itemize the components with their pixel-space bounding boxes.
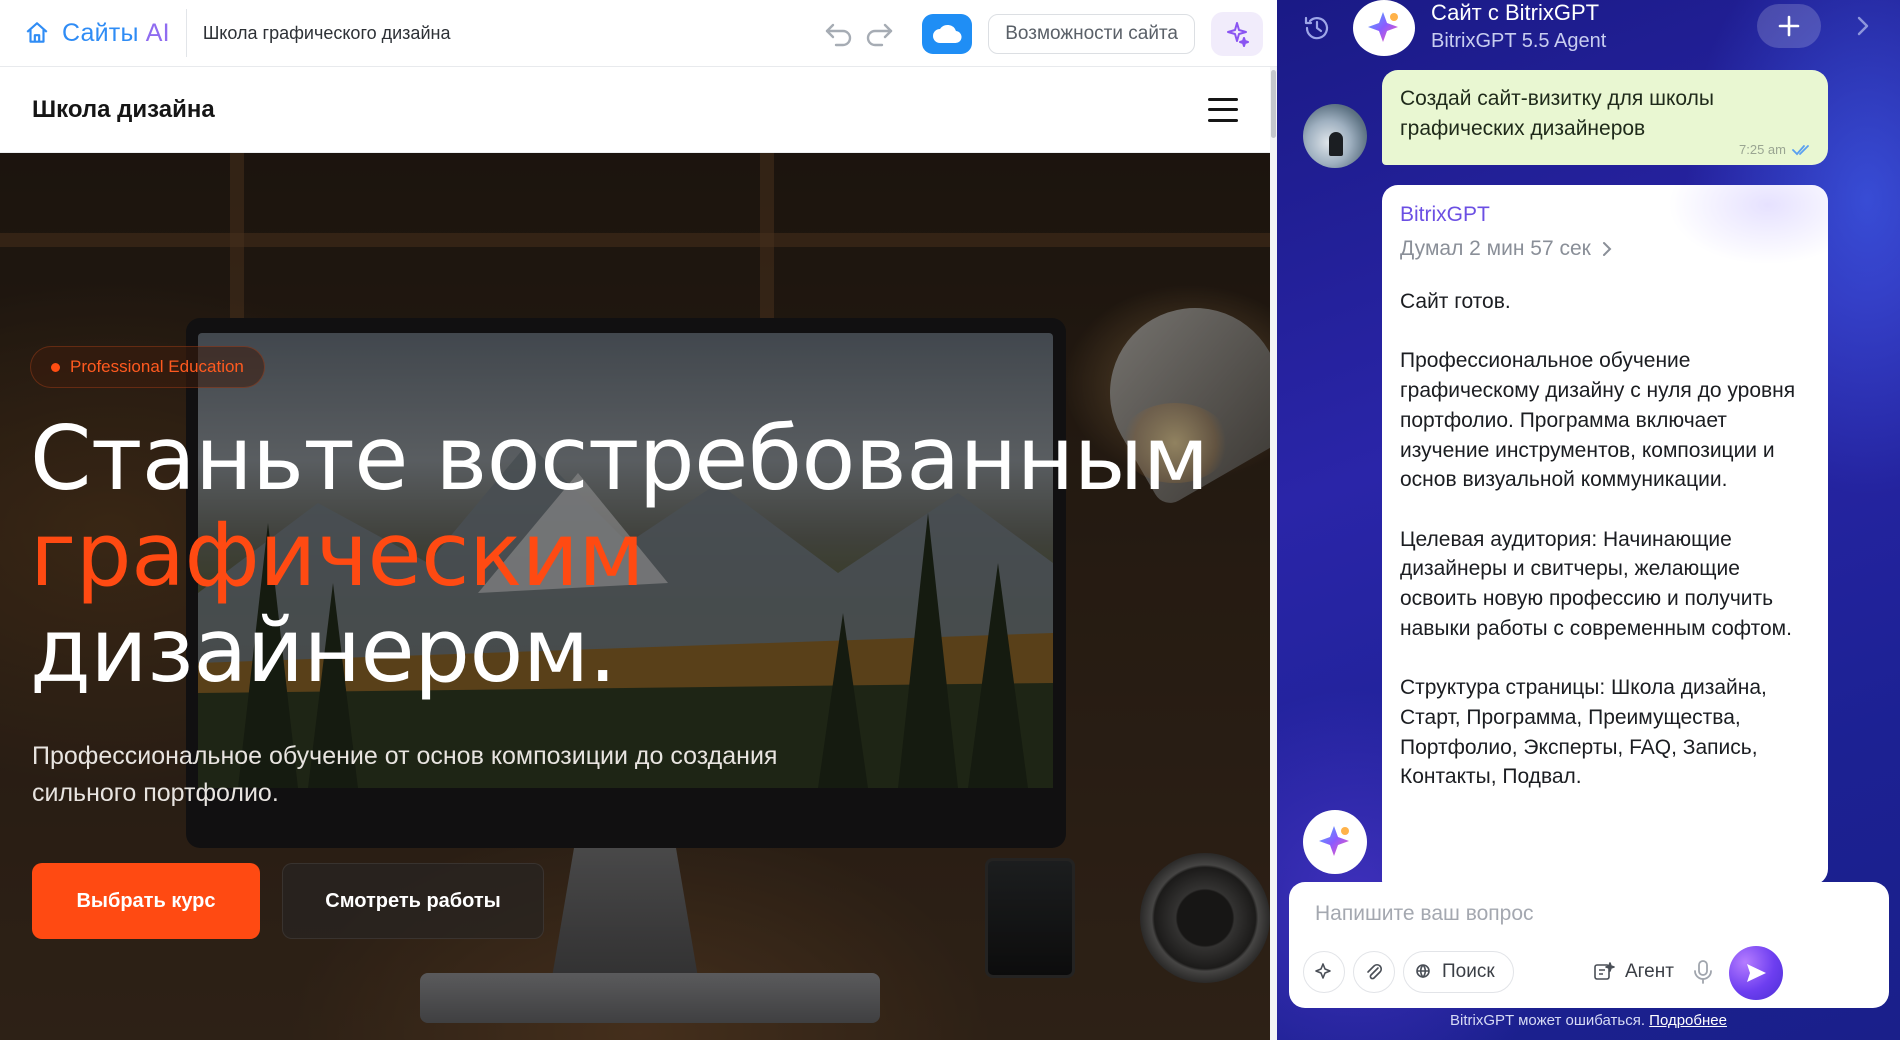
headline-line-2-accent: графическим: [30, 503, 645, 606]
chat-composer: Напишите ваш вопрос Поиск Агент: [1289, 882, 1889, 1008]
bot-paragraph: Структура страницы: Школа дизайна, Старт…: [1400, 676, 1767, 789]
globe-search-icon: [1416, 964, 1430, 979]
divider: [185, 9, 187, 57]
agent-label: Агент: [1625, 961, 1674, 982]
hero-section: Professional Education Станьте востребов…: [0, 153, 1277, 1040]
site-logo[interactable]: Школа дизайна: [32, 96, 215, 124]
preview-scrollbar-thumb[interactable]: [1271, 70, 1276, 138]
user-avatar: [1303, 104, 1367, 168]
home-icon: [26, 22, 48, 43]
magic-wand-button[interactable]: [1303, 951, 1345, 993]
bitrixgpt-message-avatar: [1303, 810, 1367, 874]
mic-icon: [1694, 960, 1712, 984]
message-time: 7:25 am: [1739, 142, 1786, 157]
hero-subtitle: Профессиональное обучение от основ компо…: [32, 742, 778, 807]
user-message-bubble: Создай сайт-визитку для школы графически…: [1382, 70, 1828, 165]
question-input[interactable]: Напишите ваш вопрос: [1315, 902, 1534, 926]
bot-name: BitrixGPT: [1400, 203, 1490, 226]
site-editor-pane: Сайты AI Школа графического дизайна Возм…: [0, 0, 1277, 1040]
paperclip-icon: [1367, 963, 1383, 980]
sparkle-icon: [1227, 21, 1249, 47]
send-icon: [1747, 964, 1766, 982]
mic-button[interactable]: [1685, 954, 1721, 990]
agent-toggle[interactable]: Агент: [1593, 956, 1674, 988]
headline-line-3: дизайнером.: [30, 599, 617, 702]
bot-message-bubble: BitrixGPT Думал 2 мин 57 сек Сайт готов.…: [1382, 185, 1828, 885]
bot-paragraph: Сайт готов.: [1400, 290, 1511, 313]
badge-label: Professional Education: [70, 357, 244, 376]
site-features-button[interactable]: Возможности сайта: [988, 13, 1195, 54]
chat-header: Сайт с BitrixGPT BitrixGPT 5.5 Agent: [1277, 0, 1900, 68]
choose-course-button[interactable]: Выбрать курс: [32, 863, 260, 939]
double-check-icon: [1792, 144, 1809, 155]
cloud-icon: [933, 24, 962, 43]
magic-wand-icon: [1315, 963, 1331, 979]
history-icon[interactable]: [1301, 12, 1333, 44]
headline-line-1: Станьте востребованным: [30, 407, 1209, 510]
preview-scrollbar[interactable]: [1270, 67, 1277, 1040]
thinking-toggle[interactable]: Думал 2 мин 57 сек: [1400, 237, 1810, 261]
attach-button[interactable]: [1353, 951, 1395, 993]
view-works-button[interactable]: Смотреть работы: [282, 863, 544, 939]
sparkle-icon: [1319, 826, 1349, 856]
undo-icon[interactable]: [822, 17, 856, 51]
user-message-text: Создай сайт-визитку для школы графически…: [1400, 87, 1714, 140]
bot-message-text: Сайт готов. Профессиональное обучение гр…: [1400, 287, 1810, 792]
chat-pane: Сайт с BitrixGPT BitrixGPT 5.5 Agent Соз…: [1277, 0, 1900, 1040]
brand[interactable]: Сайты AI: [24, 8, 170, 58]
new-chat-button[interactable]: [1757, 4, 1821, 48]
send-button[interactable]: [1729, 946, 1783, 1000]
chat-title: Сайт с BitrixGPT: [1431, 0, 1600, 25]
search-toggle[interactable]: Поиск: [1403, 951, 1514, 993]
app-root: Сайты AI Школа графического дизайна Возм…: [0, 0, 1900, 1040]
agent-icon: [1594, 962, 1615, 980]
hero-badge: Professional Education: [30, 346, 265, 388]
chat-model-label: BitrixGPT 5.5 Agent: [1431, 30, 1607, 52]
bot-paragraph: Целевая аудитория: Начинающие дизайнеры …: [1400, 527, 1792, 640]
brand-title: Сайты AI: [62, 18, 170, 47]
more-info-link[interactable]: Подробнее: [1649, 1012, 1727, 1029]
thinking-duration: Думал 2 мин 57 сек: [1400, 237, 1591, 260]
topbar-actions: Возможности сайта: [822, 0, 1277, 67]
ai-sparkle-button[interactable]: [1211, 11, 1263, 56]
bitrixgpt-avatar: [1353, 0, 1415, 56]
editor-topbar: Сайты AI Школа графического дизайна Возм…: [0, 0, 1277, 67]
disclaimer-text: BitrixGPT может ошибаться.: [1450, 1012, 1645, 1029]
chevron-right-icon[interactable]: [1851, 10, 1875, 42]
badge-dot: [51, 362, 60, 372]
chevron-right-icon: [1602, 242, 1612, 256]
redo-icon[interactable]: [862, 17, 896, 51]
site-name: Школа графического дизайна: [202, 22, 451, 43]
site-preview-header: Школа дизайна: [0, 67, 1270, 153]
disclaimer: BitrixGPT может ошибаться. Подробнее: [1277, 1012, 1900, 1029]
hero-headline: Станьте востребованным графическим дизай…: [30, 411, 1209, 699]
sparkle-icon: [1368, 12, 1398, 42]
menu-icon[interactable]: [1208, 97, 1238, 122]
message-meta: 7:25 am: [1739, 142, 1812, 157]
search-label: Поиск: [1442, 961, 1495, 982]
composer-toolbar: Поиск Агент: [1303, 946, 1875, 1000]
cloud-save-button[interactable]: [922, 13, 973, 54]
plus-icon: [1778, 15, 1800, 37]
bot-paragraph: Профессиональное обучение графическому д…: [1400, 349, 1796, 492]
